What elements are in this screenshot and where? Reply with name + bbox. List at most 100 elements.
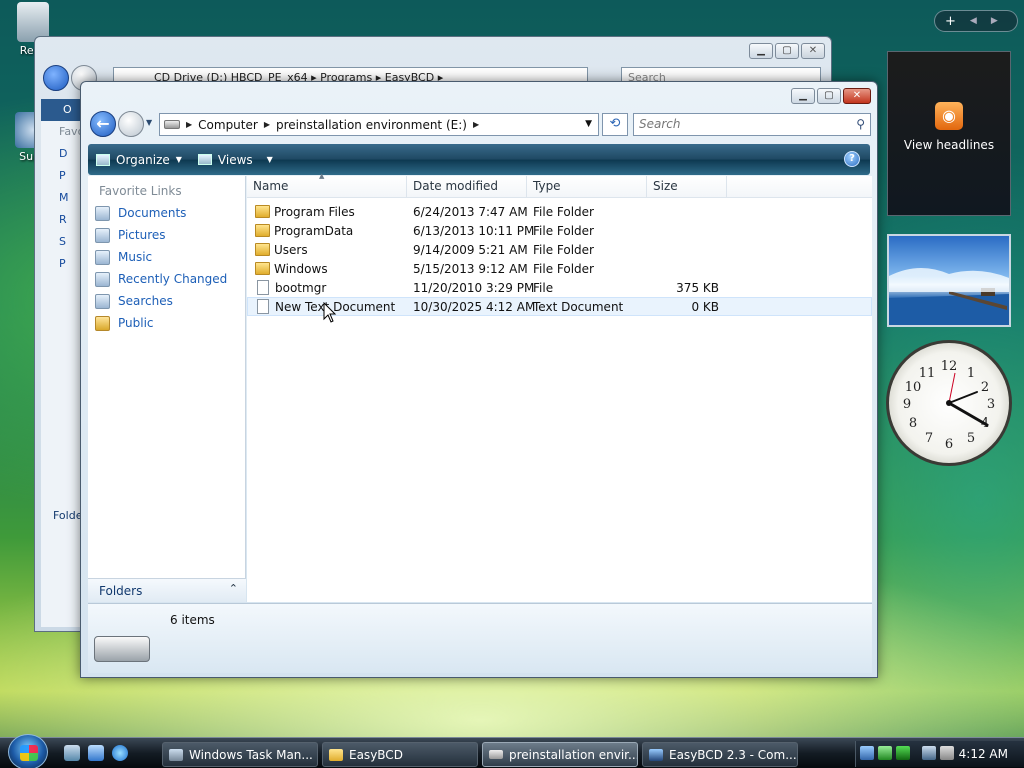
clock-gadget[interactable]: 12 1 2 3 4 5 6 7 8 9 10 11 (886, 340, 1012, 466)
folders-toggle[interactable]: Folders ⌃ (88, 578, 246, 602)
address-bar[interactable]: ▶ Computer ▶ preinstallation environment… (159, 113, 599, 136)
add-gadget-icon[interactable]: + (945, 14, 956, 29)
display-icon[interactable] (922, 746, 936, 760)
breadcrumb-arrow-icon[interactable]: ▶ (264, 120, 270, 129)
nav-link-public[interactable]: Public (88, 312, 245, 334)
nav-link-searches[interactable]: Searches (88, 290, 245, 312)
search-input[interactable]: Search ⚲ (633, 113, 871, 136)
breadcrumb-arrow-icon[interactable]: ▶ (186, 120, 192, 129)
nav-item[interactable]: P (41, 253, 81, 275)
folder-icon (95, 315, 110, 331)
next-icon[interactable]: ▶ (991, 16, 998, 26)
chevron-down-icon: ▼ (175, 155, 182, 164)
file-row[interactable]: Users 9/14/2009 5:21 AM File Folder (247, 240, 872, 259)
close-button[interactable]: ✕ (801, 43, 825, 59)
svg-text:10: 10 (905, 380, 922, 395)
column-headers: Name ▲ Date modified Type Size (247, 172, 872, 198)
svg-text:5: 5 (967, 431, 975, 446)
breadcrumb-arrow-icon[interactable]: ▶ (473, 120, 479, 129)
chevron-down-icon[interactable]: ▼ (267, 155, 273, 164)
file-row[interactable]: Windows 5/15/2013 9:12 AM File Folder (247, 259, 872, 278)
item-count: 6 items (170, 613, 215, 627)
folders-bar[interactable]: Folde (41, 505, 82, 527)
start-button[interactable] (8, 734, 48, 768)
internet-explorer-icon[interactable] (112, 745, 128, 761)
nav-link-documents[interactable]: Documents (88, 202, 245, 224)
rss-icon: ◉ (935, 102, 963, 130)
breadcrumb-computer[interactable]: Computer (198, 118, 258, 132)
column-header-size[interactable]: Size (647, 176, 727, 197)
task-manager-icon (169, 748, 183, 761)
nav-item[interactable]: O (41, 99, 81, 121)
taskbar-button-easybcd-folder[interactable]: EasyBCD (322, 742, 478, 767)
mouse-cursor-icon (323, 302, 337, 323)
forward-button[interactable] (118, 111, 144, 137)
file-icon (257, 280, 269, 295)
sidebar-controls: + ◀ ▶ (934, 10, 1018, 32)
svg-text:6: 6 (945, 437, 953, 452)
file-row[interactable]: ProgramData 6/13/2013 10:11 PM File Fold… (247, 221, 872, 240)
address-dropdown-icon[interactable]: ▼ (585, 119, 592, 129)
nav-link-pictures[interactable]: Pictures (88, 224, 245, 246)
maximize-button[interactable]: ▢ (817, 88, 841, 104)
nav-link-music[interactable]: Music (88, 246, 245, 268)
nav-link-recently-changed[interactable]: Recently Changed (88, 268, 245, 290)
back-arrow-icon[interactable] (43, 65, 69, 91)
back-arrow-icon: ← (96, 114, 110, 133)
navigation-pane: Favorite Links Documents Pictures Music … (88, 176, 246, 602)
explorer-window[interactable]: ▁ ▢ ✕ ← ▼ ▶ Computer ▶ preinstallation e… (80, 81, 878, 678)
organize-icon (96, 153, 110, 166)
file-row[interactable]: Program Files 6/24/2013 7:47 AM File Fol… (247, 202, 872, 221)
breadcrumb-drive[interactable]: preinstallation environment (E:) (276, 118, 467, 132)
close-button[interactable]: ✕ (843, 88, 871, 104)
text-document-icon (257, 299, 269, 314)
refresh-button[interactable]: ⟲ (602, 113, 628, 136)
taskbar-clock[interactable]: 4:12 AM (959, 747, 1008, 761)
caption-buttons: ▁ ▢ ✕ (791, 88, 871, 104)
nav-item[interactable]: D (41, 143, 81, 165)
nav-item[interactable]: S (41, 231, 81, 253)
views-button[interactable]: Views ▼ (190, 147, 281, 172)
minimize-button[interactable]: ▁ (749, 43, 773, 59)
music-icon (95, 249, 110, 265)
feed-headlines-gadget[interactable]: ◉ View headlines (887, 51, 1011, 216)
security-icon[interactable] (878, 746, 892, 760)
svg-text:11: 11 (919, 366, 936, 381)
notification-area: 4:12 AM (855, 741, 1024, 767)
column-header-date[interactable]: Date modified (407, 176, 527, 197)
taskbar-button-preinstallation[interactable]: preinstallation envir... (482, 742, 638, 767)
network-icon[interactable] (860, 746, 874, 760)
file-row[interactable]: bootmgr 11/20/2010 3:29 PM File 375 KB (247, 278, 872, 297)
taskbar-button-easybcd-app[interactable]: EasyBCD 2.3 - Com... (642, 742, 798, 767)
view-headlines-label[interactable]: View headlines (888, 138, 1010, 152)
svg-text:3: 3 (987, 397, 995, 412)
taskbar-button-task-manager[interactable]: Windows Task Man... (162, 742, 318, 767)
volume-icon[interactable] (940, 746, 954, 760)
nav-item[interactable]: R (41, 209, 81, 231)
file-row[interactable]: New Text Document 10/30/2025 4:12 AM Tex… (247, 297, 872, 316)
recent-pages-dropdown[interactable]: ▼ (146, 118, 156, 130)
views-icon (197, 154, 212, 165)
slideshow-gadget[interactable] (887, 234, 1011, 327)
folder-icon (255, 205, 270, 218)
nav-item[interactable]: M (41, 187, 81, 209)
nav-item[interactable]: P (41, 165, 81, 187)
help-icon[interactable]: ? (844, 151, 860, 167)
show-desktop-icon[interactable] (64, 745, 80, 761)
pictures-icon (95, 227, 110, 243)
documents-icon (95, 205, 110, 221)
maximize-button[interactable]: ▢ (775, 43, 799, 59)
sort-arrow-icon: ▲ (319, 172, 325, 180)
column-header-type[interactable]: Type (527, 176, 647, 197)
back-button[interactable]: ← (90, 111, 116, 137)
organize-button[interactable]: Organize ▼ (88, 147, 190, 172)
nav-item: Favo (59, 125, 85, 138)
svg-text:12: 12 (941, 359, 958, 374)
column-header-name[interactable]: Name ▲ (247, 172, 407, 197)
previous-icon[interactable]: ◀ (970, 16, 977, 26)
switch-windows-icon[interactable] (88, 745, 104, 761)
folder-icon (329, 748, 343, 761)
status-icon[interactable] (896, 746, 910, 760)
minimize-button[interactable]: ▁ (791, 88, 815, 104)
search-icon[interactable]: ⚲ (856, 114, 865, 135)
